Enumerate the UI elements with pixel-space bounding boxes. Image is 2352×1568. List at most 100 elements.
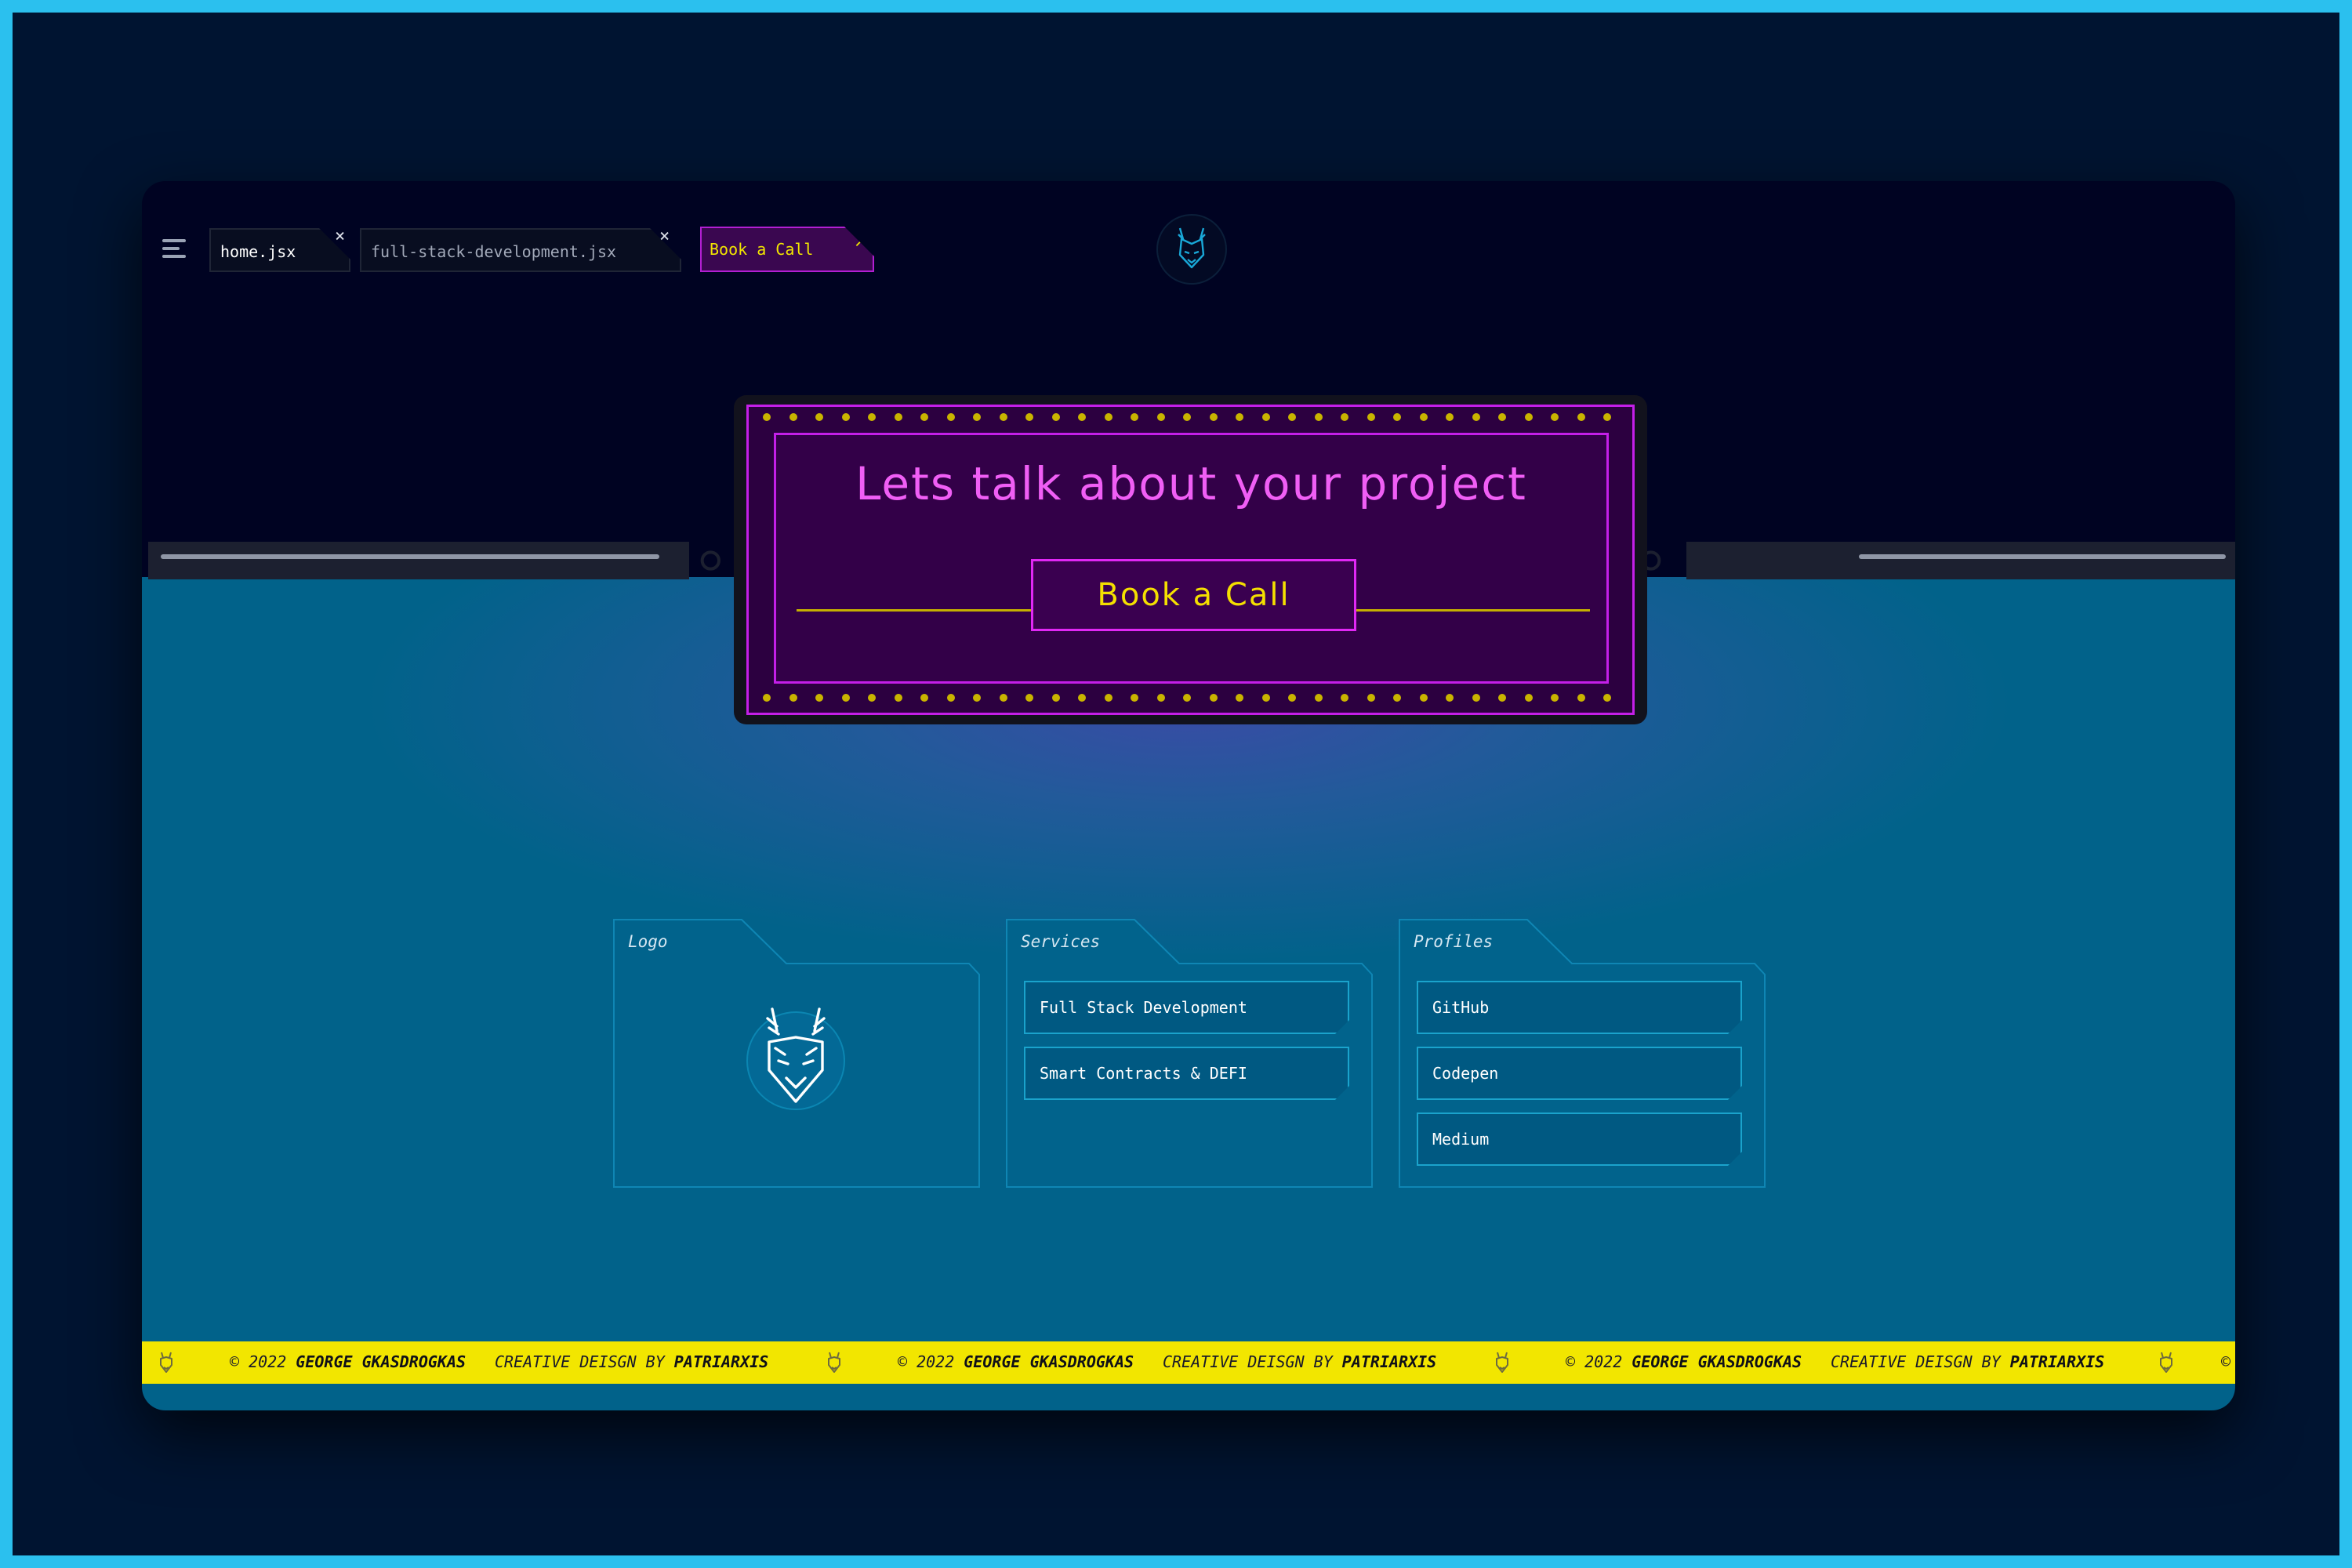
left-rail-clamp [700,550,720,571]
folder-title: Logo [628,932,668,951]
billboard-light [999,694,1007,702]
footer-marquee: © 2022 GEORGE GKASDROGKAS CREATIVE DEISGN… [142,1341,2235,1384]
billboard-light [1261,413,1270,421]
fox-logo-icon[interactable] [1156,214,1227,285]
billboard-light [999,413,1007,421]
menu-icon[interactable] [162,239,189,260]
billboard-light [1551,694,1559,702]
tab-full-stack-development[interactable]: full-stack-development.jsx [360,228,681,272]
billboard-light [1236,694,1243,702]
billboard-light [920,413,928,421]
billboard-light [946,694,955,702]
billboard-light [973,694,981,702]
profile-item-codepen[interactable]: Codepen [1417,1047,1742,1100]
billboard-light [1051,694,1060,702]
folder-profiles: Profiles GitHub Codepen Medium [1398,918,1766,1189]
profile-item-github[interactable]: GitHub [1417,981,1742,1034]
billboard-light [1209,694,1218,702]
billboard-light [1524,413,1533,421]
billboard-light [1261,694,1270,702]
billboard-light [1393,413,1401,421]
fox-logo-icon [746,1007,845,1110]
billboard-light [1341,413,1348,421]
book-call-header-label: Book a Call [710,240,814,259]
billboard-light [1183,694,1191,702]
billboard-light [815,413,823,421]
billboard-light [1498,694,1506,702]
billboard-light [763,413,771,421]
close-icon[interactable]: × [335,227,345,246]
billboard-light [868,694,876,702]
billboard-light [1156,694,1165,702]
billboard-light [868,413,876,421]
billboard-light [1419,413,1428,421]
cta-right-line [1356,609,1590,612]
billboard-panel: Lets talk about your project Book a Call [774,433,1609,684]
arrow-up-right-icon: ↗ [854,231,865,251]
billboard-light [1551,413,1559,421]
book-call-header-button[interactable]: Book a Call ↗ [700,227,874,272]
billboard-light [1288,413,1296,421]
footer-credit: CREATIVE DEISGN BY PATRIARXIS [1831,1352,2105,1371]
billboard-light [1183,413,1191,421]
profile-item-medium[interactable]: Medium [1417,1112,1742,1166]
footer-credit: CREATIVE DEISGN BY PATRIARXIS [1163,1352,1437,1371]
cta-billboard: Lets talk about your project Book a Call [734,395,1647,724]
billboard-light [1025,413,1033,421]
folder-title: Profiles [1414,932,1494,951]
billboard-light [1314,694,1323,702]
browser-window: home.jsx × full-stack-development.jsx × … [142,181,2235,1410]
close-icon[interactable]: × [659,227,670,246]
billboard-light [815,694,823,702]
billboard-light [920,694,928,702]
billboard-light [946,413,955,421]
billboard-frame: Lets talk about your project Book a Call [746,405,1635,715]
billboard-light [841,694,850,702]
folder-title: Services [1021,932,1101,951]
fox-logo-icon [1490,1351,1514,1374]
billboard-light [1393,694,1401,702]
billboard-light [1341,694,1348,702]
billboard-light [1288,694,1296,702]
footer-copyright: © 2022 GEORGE GKASDROGKAS [898,1352,1134,1371]
billboard-light [1131,694,1138,702]
billboard-lights-top [763,413,1625,424]
billboard-light [1472,694,1480,702]
billboard-title: Lets talk about your project [855,457,1527,510]
book-call-button[interactable]: Book a Call [1031,559,1356,631]
billboard-light [1236,413,1243,421]
tab-label: home.jsx [220,242,296,261]
service-item-smart-contracts[interactable]: Smart Contracts & DEFI [1024,1047,1349,1100]
billboard-light [841,413,850,421]
billboard-light [1051,413,1060,421]
billboard-light [1131,413,1138,421]
billboard-light [1524,694,1533,702]
billboard-light [1603,413,1611,421]
footer-copyright: © 2022 GEORGE GKASDROGKAS [230,1352,466,1371]
billboard-light [1577,413,1585,421]
billboard-light [1577,694,1585,702]
fox-logo-icon [154,1351,178,1374]
billboard-light [1367,413,1375,421]
billboard-light [1314,413,1323,421]
billboard-light [1603,694,1611,702]
service-item-full-stack[interactable]: Full Stack Development [1024,981,1349,1034]
billboard-light [1025,694,1033,702]
billboard-light [1472,413,1480,421]
billboard-light [894,413,902,421]
tab-label: full-stack-development.jsx [371,242,617,261]
fox-logo-icon [822,1351,846,1374]
billboard-light [1104,413,1112,421]
billboard-light [1104,694,1112,702]
tab-bar: home.jsx × full-stack-development.jsx × [142,217,691,277]
page-frame: home.jsx × full-stack-development.jsx × … [13,13,2339,1555]
billboard-light [789,413,797,421]
billboard-light [1156,413,1165,421]
billboard-light [789,694,797,702]
billboard-light [1498,413,1506,421]
right-rail [1686,542,2235,579]
billboard-light [1078,413,1086,421]
tab-home[interactable]: home.jsx [209,228,350,272]
billboard-light [1367,694,1375,702]
fox-logo-icon [2154,1351,2178,1374]
